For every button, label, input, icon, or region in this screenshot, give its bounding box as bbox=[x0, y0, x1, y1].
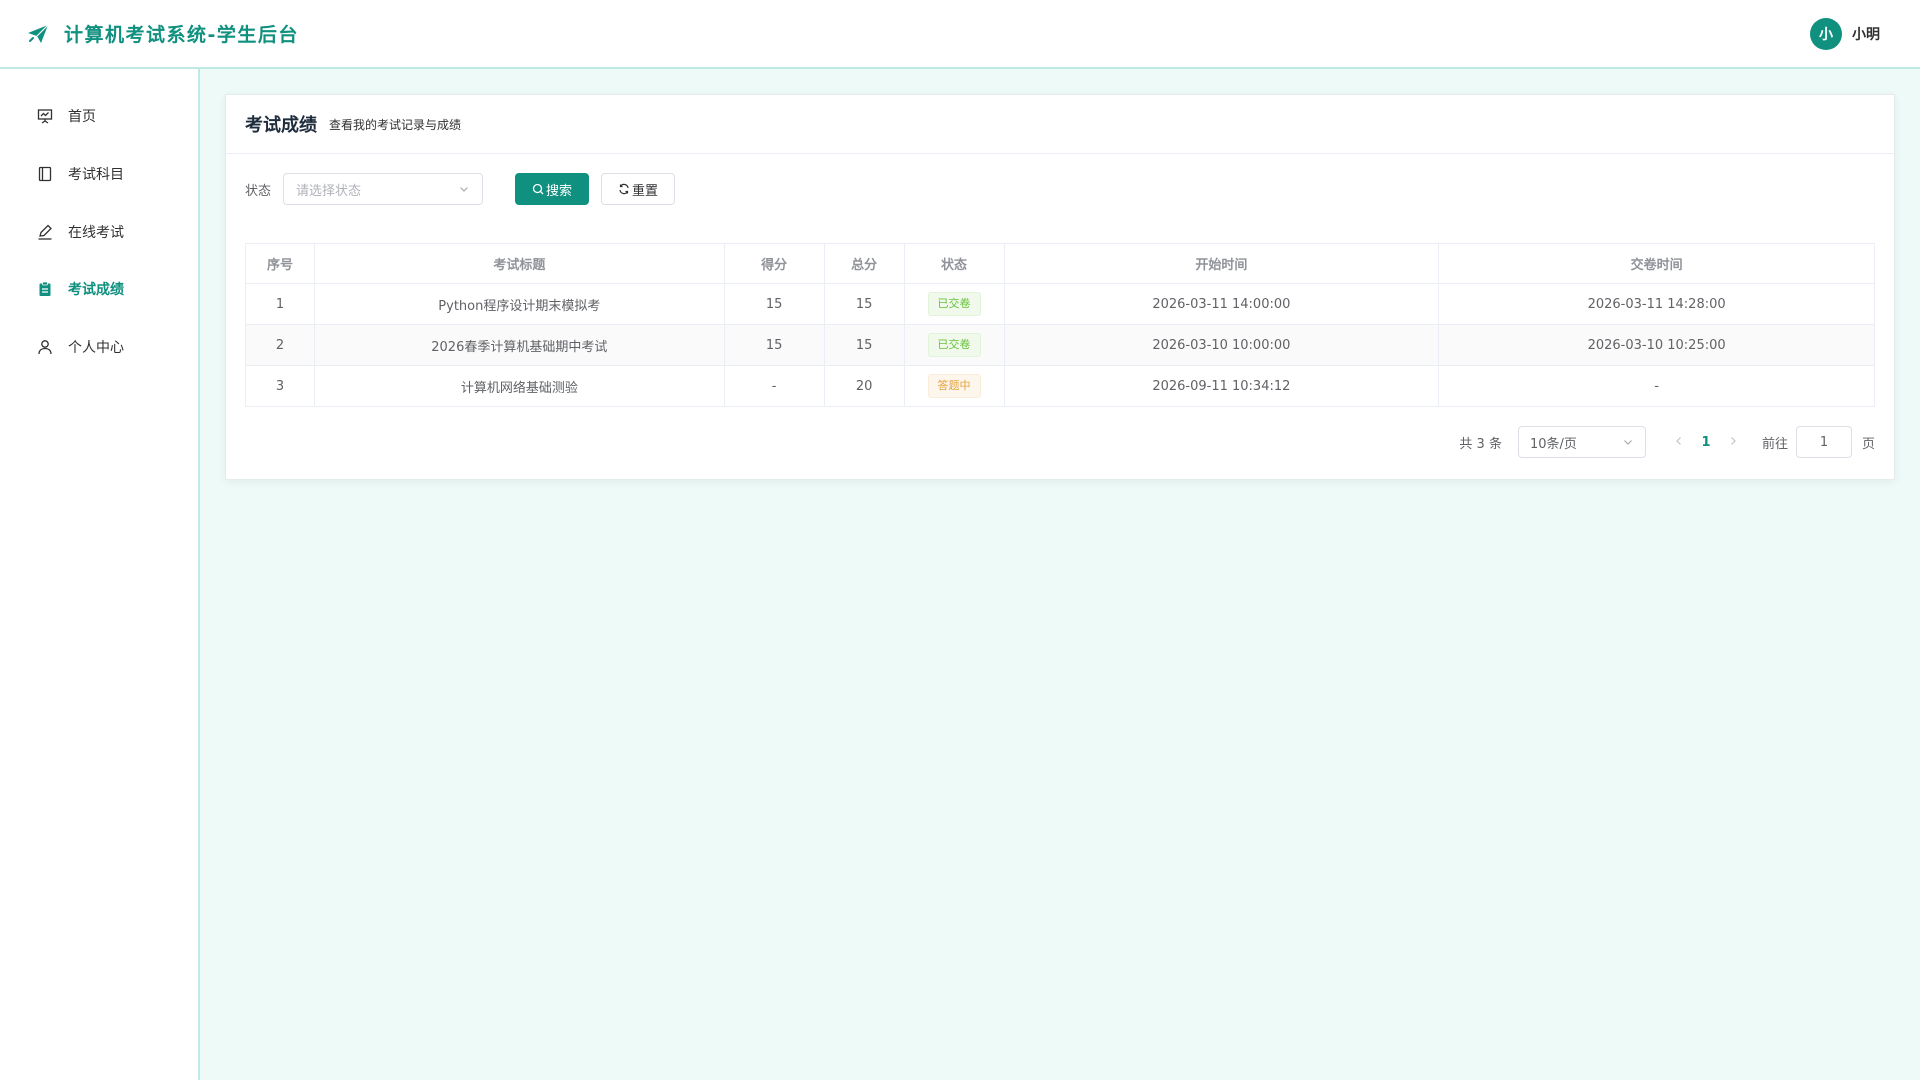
page-size-value: 10条/页 bbox=[1529, 436, 1577, 452]
table-row[interactable]: 1 Python程序设计期末模拟考 15 15 已交卷 2026-03-11 1… bbox=[245, 283, 1875, 325]
next-page-button[interactable] bbox=[1720, 434, 1746, 450]
cell-index: 2 bbox=[245, 324, 315, 366]
cell-start-time: 2026-03-10 10:00:00 bbox=[1003, 324, 1440, 366]
status-badge: 已交卷 bbox=[927, 292, 981, 316]
cell-title: 2026春季计算机基础期中考试 bbox=[313, 324, 725, 366]
page-suffix: 页 bbox=[1861, 436, 1875, 452]
prev-page-button[interactable] bbox=[1666, 434, 1692, 450]
app-title: 计算机考试系统-学生后台 bbox=[64, 24, 299, 46]
status-select-placeholder: 请选择状态 bbox=[296, 183, 362, 199]
sidebar-item-profile[interactable]: 个人中心 bbox=[0, 327, 198, 367]
cell-total: 15 bbox=[823, 283, 905, 325]
status-badge: 答题中 bbox=[927, 374, 981, 398]
column-header: 考试标题 bbox=[313, 243, 725, 284]
sidebar-item-scores[interactable]: 考试成绩 bbox=[0, 269, 198, 309]
pagination-total: 共 3 条 bbox=[1459, 436, 1502, 452]
page-title: 考试成绩 bbox=[245, 115, 317, 136]
clipboard-icon bbox=[36, 280, 54, 298]
user-icon bbox=[36, 338, 54, 356]
pagination: 共 3 条 10条/页 1 前往 1 页 bbox=[1459, 426, 1875, 458]
goto-page-input[interactable]: 1 bbox=[1795, 426, 1852, 458]
refresh-icon bbox=[619, 183, 629, 195]
scores-card: 考试成绩 查看我的考试记录与成绩 状态 请选择状态 搜索 重置 序号 考试标题 … bbox=[225, 94, 1895, 480]
search-icon bbox=[532, 183, 544, 195]
status-badge: 已交卷 bbox=[927, 333, 981, 357]
table-row[interactable]: 2 2026春季计算机基础期中考试 15 15 已交卷 2026-03-10 1… bbox=[245, 324, 1875, 366]
cell-index: 1 bbox=[245, 283, 315, 325]
cell-status: 已交卷 bbox=[903, 283, 1005, 325]
sidebar: 首页 考试科目 在线考试 考试成绩 个人中心 bbox=[0, 69, 200, 1080]
column-header: 总分 bbox=[823, 243, 905, 284]
cell-submit-time: - bbox=[1438, 365, 1875, 407]
chevron-down-icon bbox=[460, 187, 468, 192]
chevron-down-icon bbox=[1624, 440, 1632, 445]
notebook-icon bbox=[36, 165, 54, 183]
search-button[interactable]: 搜索 bbox=[515, 173, 590, 205]
sidebar-item-subjects[interactable]: 考试科目 bbox=[0, 154, 198, 194]
cell-total: 15 bbox=[823, 324, 905, 366]
chevron-right-icon bbox=[1731, 437, 1736, 445]
sidebar-item-label: 在线考试 bbox=[68, 225, 124, 241]
sidebar-item-label: 首页 bbox=[68, 109, 96, 125]
scores-table: 序号 考试标题 得分 总分 状态 开始时间 交卷时间 1 Python程序设计期… bbox=[245, 243, 1875, 407]
avatar[interactable]: 小 bbox=[1810, 18, 1842, 50]
status-select[interactable]: 请选择状态 bbox=[283, 173, 484, 205]
cell-total: 20 bbox=[823, 365, 905, 407]
reset-button[interactable]: 重置 bbox=[601, 173, 676, 205]
search-button-label: 搜索 bbox=[546, 182, 573, 198]
cell-status: 已交卷 bbox=[903, 324, 1005, 366]
paper-plane-icon bbox=[28, 24, 49, 43]
brand: 计算机考试系统-学生后台 bbox=[26, 20, 299, 47]
card-header: 考试成绩 查看我的考试记录与成绩 bbox=[226, 95, 1894, 154]
chevron-left-icon bbox=[1676, 437, 1681, 445]
username[interactable]: 小明 bbox=[1852, 24, 1880, 44]
cell-score: 15 bbox=[723, 283, 825, 325]
column-header: 得分 bbox=[723, 243, 825, 284]
column-header: 状态 bbox=[903, 243, 1005, 284]
page-number-current[interactable]: 1 bbox=[1692, 435, 1720, 450]
page-subtitle: 查看我的考试记录与成绩 bbox=[329, 117, 462, 132]
cell-status: 答题中 bbox=[903, 365, 1005, 407]
column-header: 交卷时间 bbox=[1438, 243, 1875, 284]
status-filter-label: 状态 bbox=[245, 183, 272, 199]
sidebar-item-label: 考试成绩 bbox=[68, 282, 124, 298]
sidebar-item-label: 个人中心 bbox=[68, 340, 124, 356]
user-menu[interactable]: 小 小明 bbox=[1810, 18, 1880, 50]
cell-score: 15 bbox=[723, 324, 825, 366]
sidebar-item-label: 考试科目 bbox=[68, 167, 124, 183]
cell-index: 3 bbox=[245, 365, 315, 407]
presentation-icon bbox=[36, 107, 54, 125]
table-header-row: 序号 考试标题 得分 总分 状态 开始时间 交卷时间 bbox=[245, 243, 1875, 284]
cell-title: Python程序设计期末模拟考 bbox=[313, 283, 725, 325]
page-size-select[interactable]: 10条/页 bbox=[1517, 426, 1646, 458]
edit-pen-icon bbox=[36, 223, 54, 241]
reset-button-label: 重置 bbox=[632, 182, 659, 198]
column-header: 序号 bbox=[245, 243, 315, 284]
cell-score: - bbox=[723, 365, 825, 407]
cell-title: 计算机网络基础测验 bbox=[313, 365, 725, 407]
sidebar-item-home[interactable]: 首页 bbox=[0, 96, 198, 136]
cell-submit-time: 2026-03-11 14:28:00 bbox=[1438, 283, 1875, 325]
cell-submit-time: 2026-03-10 10:25:00 bbox=[1438, 324, 1875, 366]
column-header: 开始时间 bbox=[1003, 243, 1440, 284]
cell-start-time: 2026-09-11 10:34:12 bbox=[1003, 365, 1440, 407]
table-row[interactable]: 3 计算机网络基础测验 - 20 答题中 2026-09-11 10:34:12… bbox=[245, 365, 1875, 407]
top-header: 计算机考试系统-学生后台 小 小明 bbox=[0, 0, 1920, 69]
filter-bar: 状态 请选择状态 搜索 重置 bbox=[245, 173, 676, 205]
goto-label: 前往 bbox=[1761, 436, 1788, 452]
cell-start-time: 2026-03-11 14:00:00 bbox=[1003, 283, 1440, 325]
sidebar-item-online-exam[interactable]: 在线考试 bbox=[0, 212, 198, 252]
